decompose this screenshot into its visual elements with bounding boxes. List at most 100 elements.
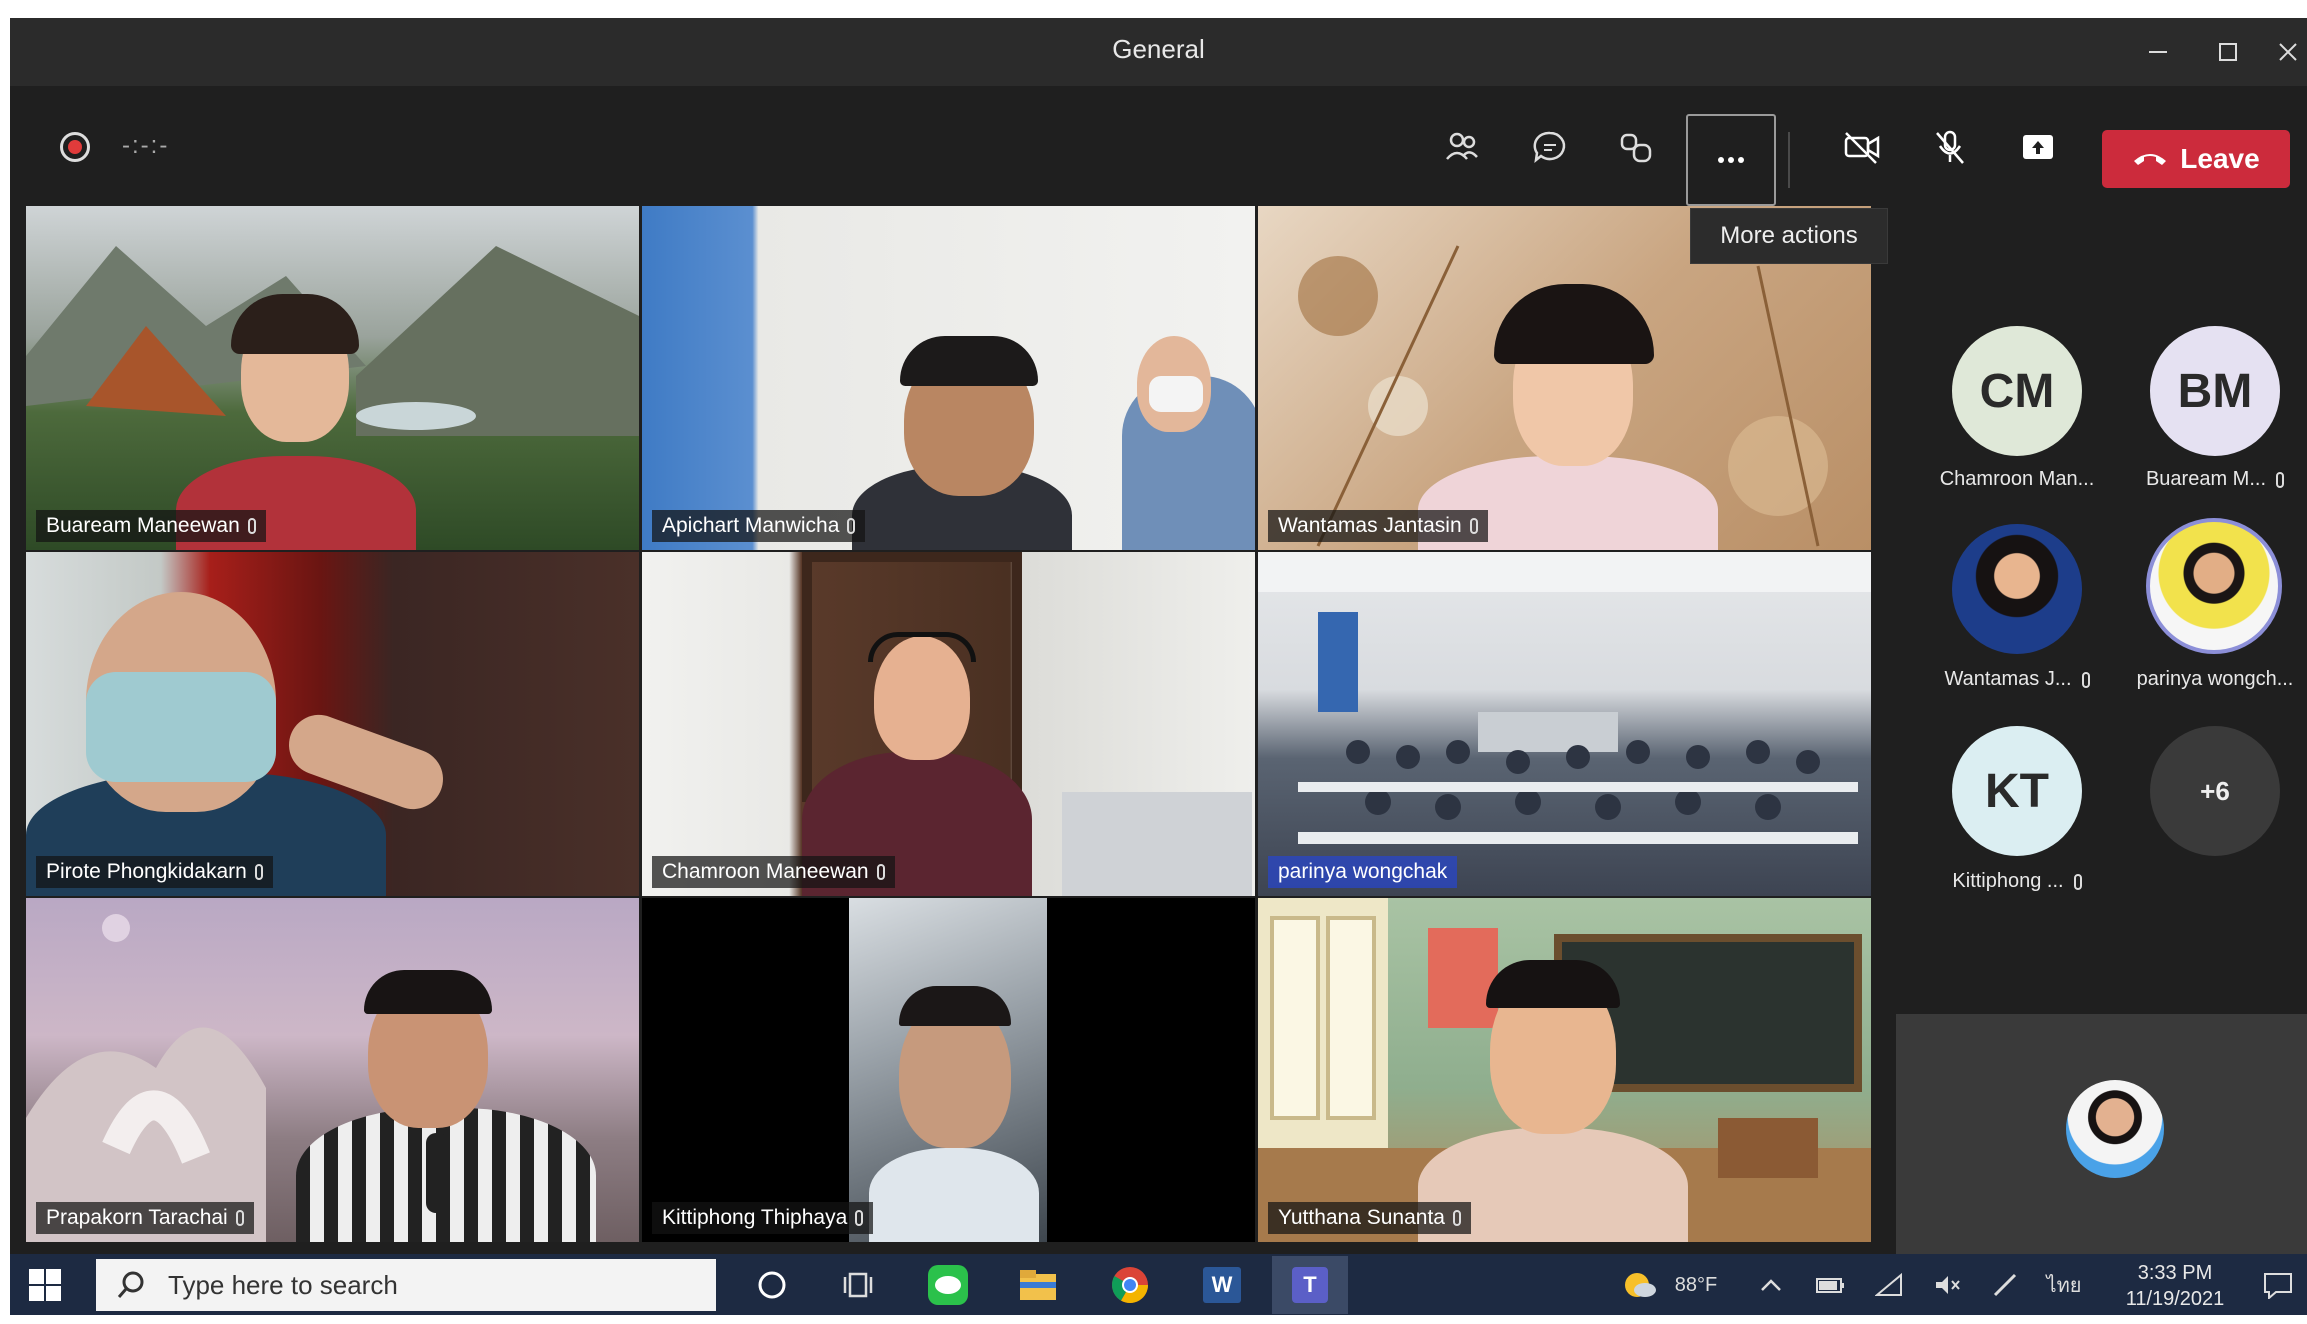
minimize-button[interactable] <box>2130 28 2186 76</box>
breakout-rooms-button[interactable] <box>1604 116 1668 178</box>
participant-name-tag: Wantamas Jantasin <box>1268 510 1488 542</box>
chat-button[interactable] <box>1518 116 1582 178</box>
task-view-icon[interactable] <box>830 1262 886 1308</box>
participant-avatar[interactable]: CM <box>1952 326 2082 456</box>
battery-icon[interactable] <box>1816 1272 1846 1298</box>
taskbar-search-box[interactable]: Type here to search <box>96 1259 716 1311</box>
mic-icon <box>1453 1210 1461 1226</box>
mic-icon <box>1469 518 1478 534</box>
leave-button-label: Leave <box>2180 143 2260 174</box>
participant-hair <box>1486 960 1620 1008</box>
mic-icon <box>2081 671 2090 688</box>
camera-off-icon <box>1844 132 1880 164</box>
taskbar-clock[interactable]: 3:33 PM 11/19/2021 <box>2120 1260 2230 1312</box>
leave-button[interactable]: Leave <box>2102 130 2290 188</box>
word-icon[interactable]: W <box>1194 1262 1250 1308</box>
clock-time: 3:33 PM <box>2137 1262 2213 1284</box>
video-tile[interactable]: Buaream Maneewan <box>26 206 639 550</box>
face-mask <box>86 672 276 782</box>
search-placeholder: Type here to search <box>168 1269 398 1300</box>
mic-icon <box>2073 873 2082 890</box>
participant-hair <box>900 336 1038 386</box>
recording-indicator-icon <box>60 132 90 162</box>
network-icon[interactable] <box>1874 1272 1904 1298</box>
mic-icon <box>254 864 263 880</box>
face-mask <box>1149 376 1203 412</box>
breakout-rooms-icon <box>1620 133 1652 163</box>
chevron-up-icon[interactable] <box>1756 1272 1786 1298</box>
mic-icon <box>876 864 885 880</box>
toolbar-divider <box>1788 132 1790 188</box>
video-tile[interactable]: Yutthana Sunanta <box>1258 898 1871 1242</box>
participant-avatar[interactable]: KT <box>1952 726 2082 856</box>
people-button[interactable] <box>1430 116 1494 178</box>
video-tile[interactable]: parinya wongchak <box>1258 552 1871 896</box>
maximize-button[interactable] <box>2200 28 2256 76</box>
teams-meeting-window: General -:-:- Leave More actions Buaream… <box>10 18 2307 1315</box>
pen-icon[interactable] <box>1990 1272 2020 1298</box>
self-video-preview <box>1896 1014 2307 1254</box>
close-button[interactable] <box>2260 28 2307 76</box>
participant-name-tag: Kittiphong Thiphaya <box>652 1202 874 1234</box>
weather-temperature: 88°F <box>1674 1273 1718 1296</box>
cortana-icon[interactable] <box>744 1262 800 1308</box>
participant-label: Kittiphong ... <box>1922 870 2112 893</box>
weather-icon[interactable] <box>1622 1272 1658 1298</box>
title-bar: General <box>10 18 2307 86</box>
participant-label: Wantamas J... <box>1922 668 2112 691</box>
participant-hair <box>899 986 1011 1026</box>
mic-icon <box>2276 471 2285 488</box>
participant-label: parinya wongch... <box>2136 668 2294 690</box>
meeting-timer: -:-:- <box>122 132 170 159</box>
more-actions-tooltip: More actions <box>1690 208 1888 264</box>
participant-name-tag: Prapakorn Tarachai <box>36 1202 254 1234</box>
windows-start-icon[interactable] <box>28 1268 62 1302</box>
participant-name-tag: Buaream Maneewan <box>36 510 266 542</box>
line-app-icon[interactable] <box>920 1262 976 1308</box>
speaker-icon[interactable] <box>1932 1272 1962 1298</box>
windows-taskbar: Type here to search W T 88°F ไทย 3:33 PM… <box>10 1254 2307 1315</box>
mic-toggle-button[interactable] <box>1918 116 1982 178</box>
mic-off-icon <box>1936 130 1964 164</box>
self-avatar <box>2066 1080 2164 1178</box>
desk <box>1062 792 1252 896</box>
participant-avatar-photo[interactable] <box>2146 518 2282 654</box>
share-screen-button[interactable] <box>2006 116 2070 178</box>
video-tile[interactable]: Chamroon Maneewan <box>642 552 1255 896</box>
mic-icon <box>247 518 256 534</box>
search-icon <box>117 1271 144 1298</box>
more-participants-button[interactable]: +6 <box>2150 726 2280 856</box>
camera-toggle-button[interactable] <box>1830 116 1894 178</box>
video-tile[interactable]: Apichart Manwicha <box>642 206 1255 550</box>
video-feed <box>849 898 1047 1242</box>
window-title: General <box>1112 34 1205 64</box>
chat-icon <box>1533 131 1566 163</box>
video-grid: Buaream Maneewan Apichart Manwicha Wanta… <box>26 206 1878 1254</box>
participants-panel: CM Chamroon Man... BM Buaream M... Wanta… <box>1880 206 2307 1315</box>
chrome-icon[interactable] <box>1102 1262 1158 1308</box>
participant-name-tag: Chamroon Maneewan <box>652 856 895 888</box>
participant-avatar[interactable]: BM <box>2150 326 2280 456</box>
ellipsis-icon <box>1718 157 1744 163</box>
phone-hangup-icon <box>2134 154 2167 165</box>
participant-body <box>869 1148 1039 1242</box>
participant-name-tag: parinya wongchak <box>1268 856 1458 888</box>
more-actions-button[interactable] <box>1686 114 1776 206</box>
video-tile[interactable]: Pirote Phongkidakarn <box>26 552 639 896</box>
participant-avatar-photo[interactable] <box>1952 524 2082 654</box>
people-icon <box>1446 132 1478 160</box>
teams-icon[interactable]: T <box>1272 1256 1348 1314</box>
mic-icon <box>235 1210 244 1226</box>
file-explorer-icon[interactable] <box>1010 1262 1066 1308</box>
clock-date: 11/19/2021 <box>2125 1288 2225 1310</box>
video-tile[interactable]: Kittiphong Thiphaya <box>642 898 1255 1242</box>
headphones-icon <box>868 632 976 662</box>
video-tile[interactable]: Prapakorn Tarachai <box>26 898 639 1242</box>
microphone-icon <box>426 1133 448 1213</box>
share-screen-icon <box>2023 135 2053 159</box>
participant-name-tag: Apichart Manwicha <box>652 510 866 542</box>
mic-icon <box>855 1210 864 1226</box>
notification-icon[interactable] <box>2260 1272 2296 1299</box>
input-language[interactable]: ไทย <box>2042 1272 2086 1298</box>
participant-name-tag: Pirote Phongkidakarn <box>36 856 273 888</box>
